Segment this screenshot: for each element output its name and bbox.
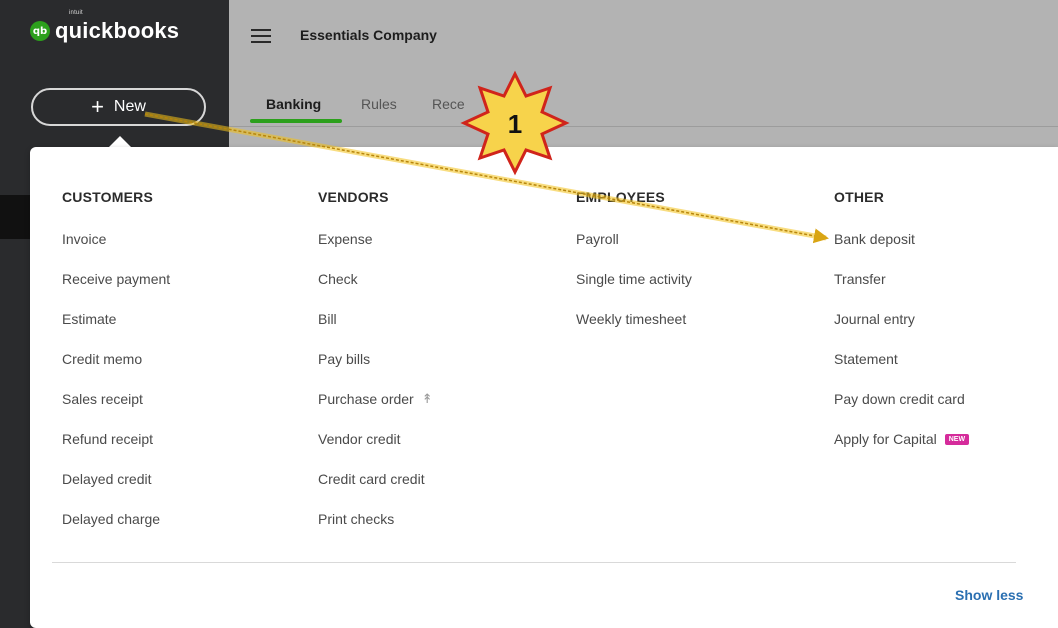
menu-item-apply-for-capital[interactable]: Apply for Capital NEW bbox=[834, 429, 970, 449]
menu-item-print-checks[interactable]: Print checks bbox=[318, 509, 433, 529]
column-heading: OTHER bbox=[834, 189, 884, 205]
menu-column-employees: EMPLOYEES Payroll Single time activity W… bbox=[576, 189, 692, 349]
menu-item-bill[interactable]: Bill bbox=[318, 309, 433, 329]
top-header: Essentials Company bbox=[229, 0, 1058, 147]
tab-receipts[interactable]: Rece bbox=[432, 96, 465, 112]
menu-item-label: Apply for Capital bbox=[834, 431, 937, 447]
column-heading: EMPLOYEES bbox=[576, 189, 665, 205]
menu-item-invoice[interactable]: Invoice bbox=[62, 229, 170, 249]
menu-item-delayed-credit[interactable]: Delayed credit bbox=[62, 469, 170, 489]
menu-item-sales-receipt[interactable]: Sales receipt bbox=[62, 389, 170, 409]
menu-item-refund-receipt[interactable]: Refund receipt bbox=[62, 429, 170, 449]
new-badge: NEW bbox=[944, 433, 970, 445]
plus-icon: + bbox=[91, 94, 104, 119]
logo-intuit-text: intuit bbox=[69, 10, 83, 16]
header-divider bbox=[229, 126, 1058, 127]
menu-item-estimate[interactable]: Estimate bbox=[62, 309, 170, 329]
menu-item-vendor-credit[interactable]: Vendor credit bbox=[318, 429, 433, 449]
sidebar-item-highlight bbox=[0, 195, 30, 239]
menu-item-receive-payment[interactable]: Receive payment bbox=[62, 269, 170, 289]
menu-column-other: OTHER Bank deposit Transfer Journal entr… bbox=[834, 189, 970, 469]
menu-item-weekly-timesheet[interactable]: Weekly timesheet bbox=[576, 309, 692, 329]
menu-item-purchase-order[interactable]: Purchase order ↟ bbox=[318, 389, 433, 409]
menu-column-customers: CUSTOMERS Invoice Receive payment Estima… bbox=[62, 189, 170, 549]
tab-rules[interactable]: Rules bbox=[361, 96, 397, 112]
show-less-link[interactable]: Show less bbox=[955, 587, 1023, 603]
menu-item-pay-bills[interactable]: Pay bills bbox=[318, 349, 433, 369]
company-name: Essentials Company bbox=[300, 27, 437, 43]
logo-text: intuit quickbooks bbox=[55, 10, 180, 43]
menu-divider bbox=[52, 562, 1016, 563]
column-heading: CUSTOMERS bbox=[62, 189, 153, 205]
menu-item-label: Purchase order bbox=[318, 391, 414, 407]
menu-item-pay-down-credit-card[interactable]: Pay down credit card bbox=[834, 389, 969, 409]
new-button[interactable]: + New bbox=[31, 88, 206, 126]
menu-item-bank-deposit[interactable]: Bank deposit bbox=[834, 229, 969, 249]
column-heading: VENDORS bbox=[318, 189, 389, 205]
tab-banking[interactable]: Banking bbox=[266, 96, 321, 112]
hamburger-menu-icon[interactable] bbox=[251, 29, 271, 43]
menu-column-vendors: VENDORS Expense Check Bill Pay bills Pur… bbox=[318, 189, 433, 549]
upgrade-icon: ↟ bbox=[421, 391, 433, 406]
menu-item-check[interactable]: Check bbox=[318, 269, 433, 289]
menu-item-single-time-activity[interactable]: Single time activity bbox=[576, 269, 692, 289]
menu-item-payroll[interactable]: Payroll bbox=[576, 229, 692, 249]
menu-item-expense[interactable]: Expense bbox=[318, 229, 433, 249]
menu-item-journal-entry[interactable]: Journal entry bbox=[834, 309, 969, 329]
qb-logo-icon: qb bbox=[30, 21, 50, 41]
menu-item-transfer[interactable]: Transfer bbox=[834, 269, 969, 289]
menu-item-credit-card-credit[interactable]: Credit card credit bbox=[318, 469, 433, 489]
menu-item-credit-memo[interactable]: Credit memo bbox=[62, 349, 170, 369]
new-button-label: New bbox=[113, 98, 146, 115]
menu-item-statement[interactable]: Statement bbox=[834, 349, 969, 369]
quickbooks-logo[interactable]: qb intuit quickbooks bbox=[30, 10, 180, 44]
menu-item-delayed-charge[interactable]: Delayed charge bbox=[62, 509, 170, 529]
active-tab-underline bbox=[250, 119, 342, 123]
